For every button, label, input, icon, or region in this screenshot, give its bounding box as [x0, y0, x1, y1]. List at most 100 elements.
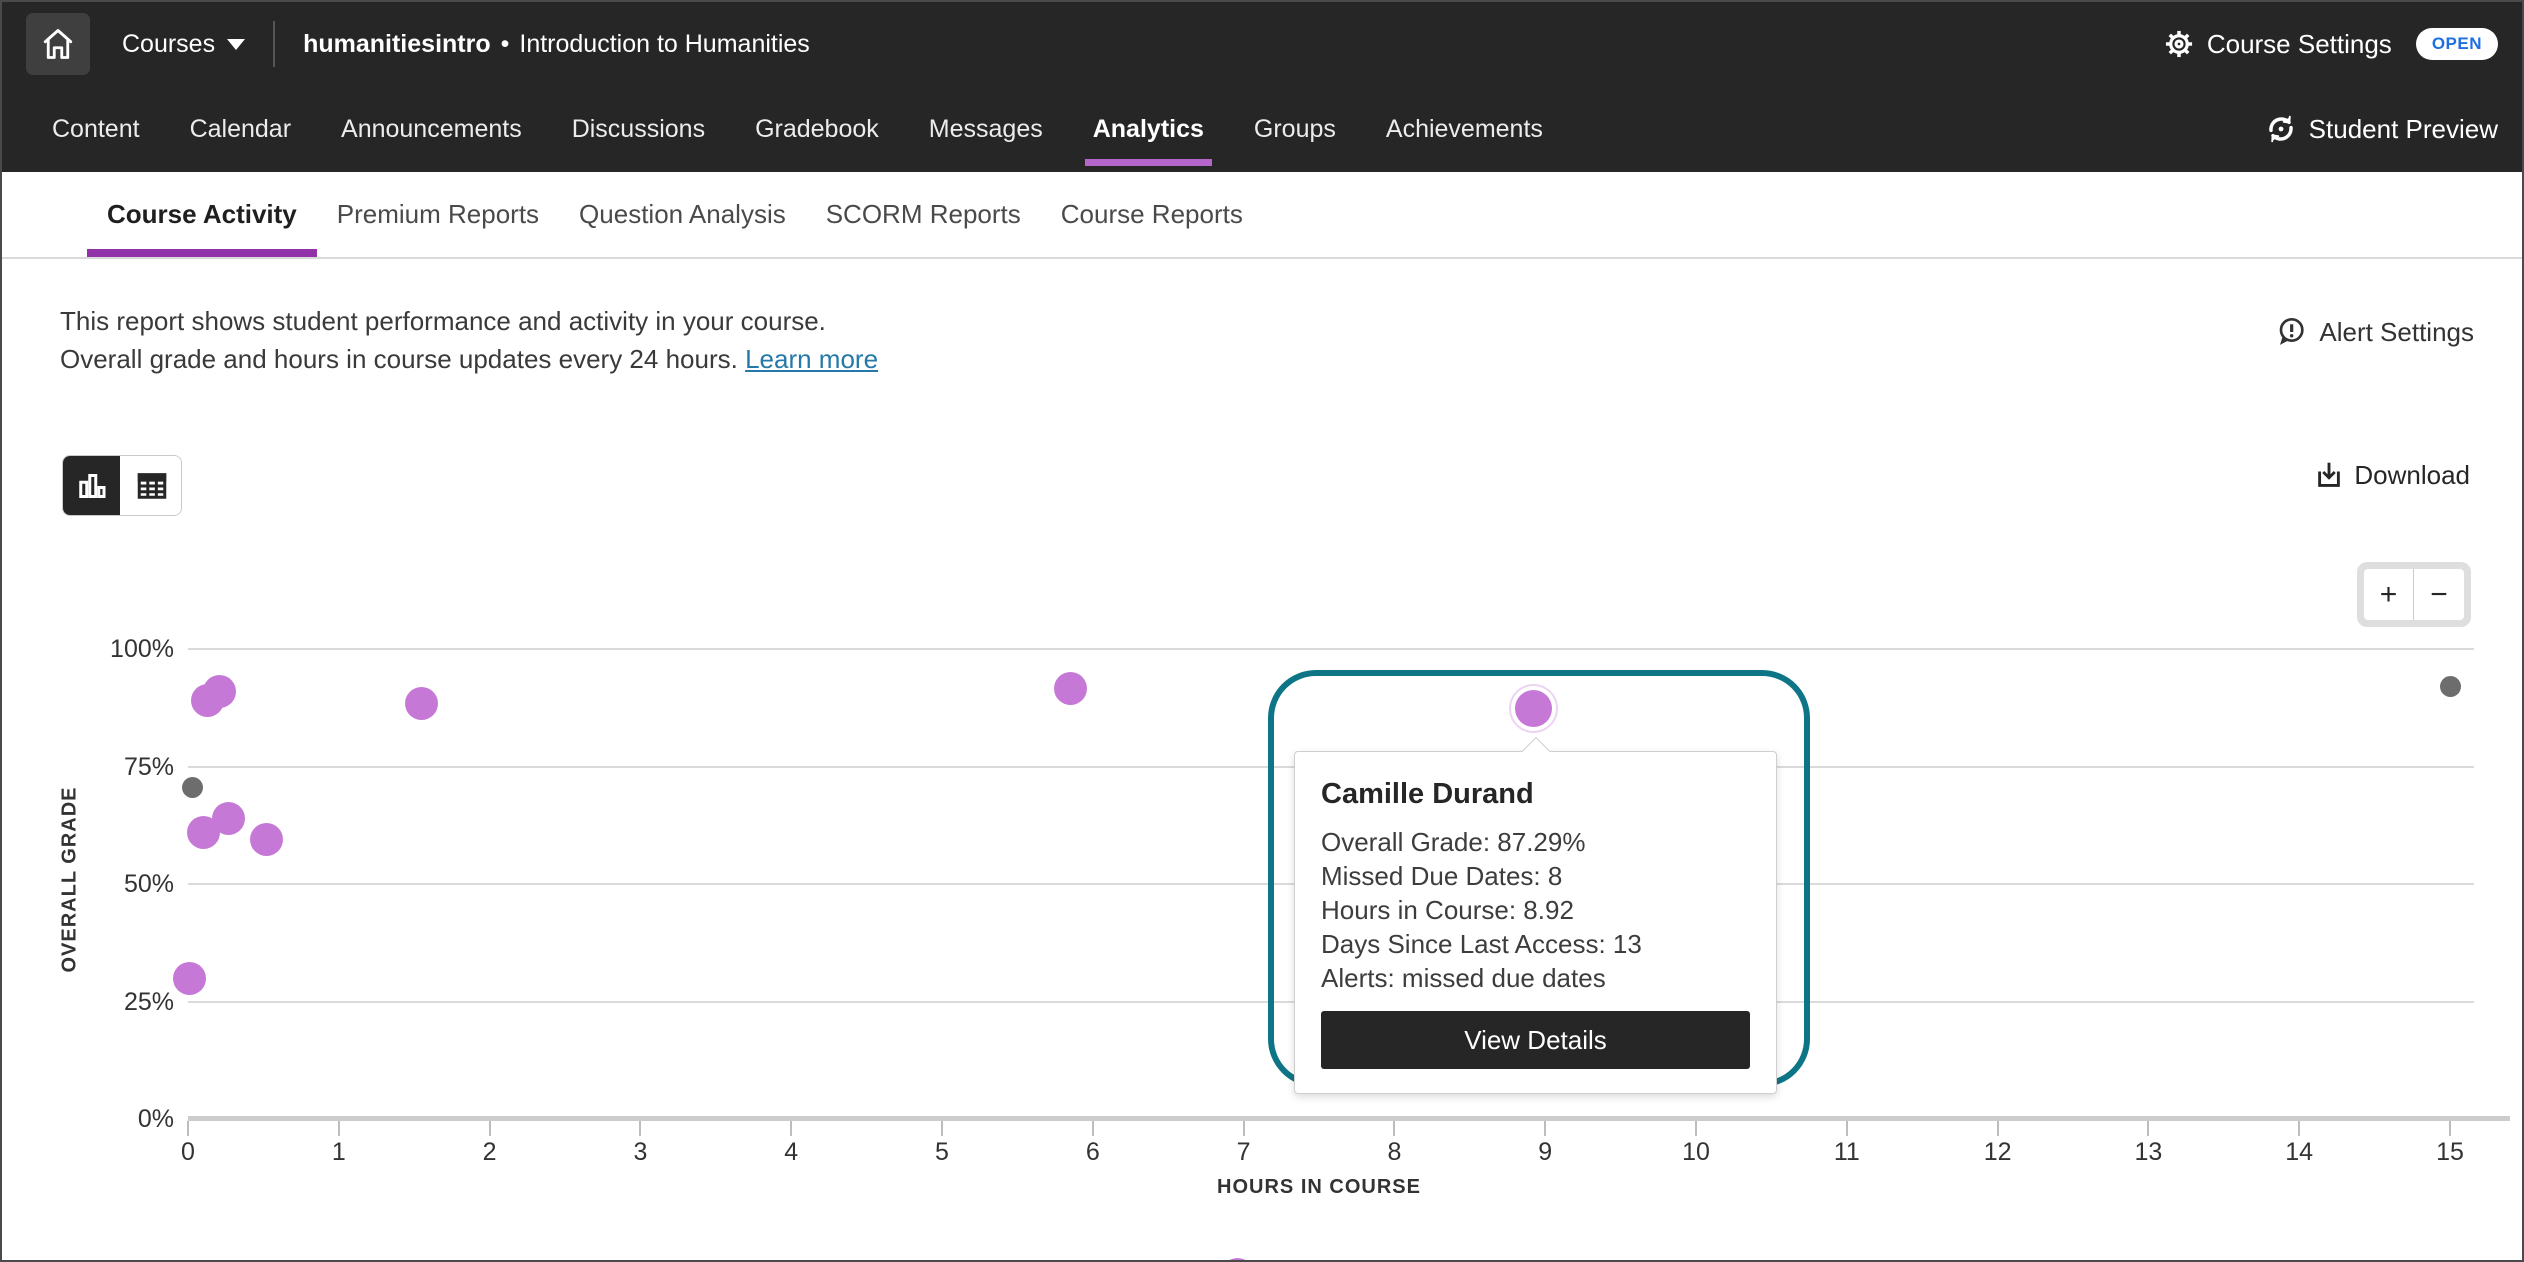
table-icon: [134, 468, 170, 504]
gear-icon: [2163, 28, 2195, 60]
x-tick-mark-2: [489, 1121, 491, 1136]
student-preview-label: Student Preview: [2309, 114, 2498, 145]
topbar-right: Course Settings OPEN: [2163, 28, 2498, 60]
course-status-badge[interactable]: OPEN: [2416, 28, 2498, 60]
data-point-2[interactable]: [405, 687, 438, 720]
tab-gradebook[interactable]: Gradebook: [755, 86, 879, 172]
course-nav-tabs: Content Calendar Announcements Discussions G…: [52, 86, 1543, 172]
alert-bubble-icon: [2275, 316, 2307, 348]
app-window: Courses humanitiesintro • Introduction t…: [0, 0, 2524, 1262]
x-tick-mark-13: [2147, 1121, 2149, 1136]
alert-settings-button[interactable]: Alert Settings: [2275, 316, 2474, 348]
zoom-out-button[interactable]: −: [2414, 569, 2464, 620]
subtab-course-activity[interactable]: Course Activity: [87, 172, 317, 257]
x-tick-label-6: 6: [1063, 1138, 1123, 1167]
tab-announcements[interactable]: Announcements: [341, 86, 522, 172]
course-settings-label: Course Settings: [2207, 29, 2392, 60]
download-icon: [2314, 461, 2344, 491]
x-tick-label-11: 11: [1817, 1138, 1877, 1167]
tooltip-stat-overall-grade: Overall Grade: 87.29%: [1321, 825, 1750, 859]
tab-calendar[interactable]: Calendar: [190, 86, 291, 172]
x-tick-label-0: 0: [158, 1138, 218, 1167]
x-tick-label-15: 15: [2420, 1138, 2480, 1167]
view-toggle-group: [62, 455, 182, 516]
x-tick-mark-3: [639, 1121, 641, 1136]
x-tick-mark-9: [1544, 1121, 1546, 1136]
x-tick-label-5: 5: [912, 1138, 972, 1167]
course-title: Introduction to Humanities: [519, 30, 809, 59]
x-tick-mark-11: [1846, 1121, 1848, 1136]
x-tick-label-1: 1: [309, 1138, 369, 1167]
subtab-scorm-reports[interactable]: SCORM Reports: [806, 172, 1041, 257]
report-description-line1: This report shows student performance an…: [60, 302, 878, 340]
download-button[interactable]: Download: [2314, 460, 2470, 491]
x-tick-mark-7: [1243, 1121, 1245, 1136]
x-tick-label-2: 2: [460, 1138, 520, 1167]
x-tick-mark-14: [2298, 1121, 2300, 1136]
table-view-button[interactable]: [122, 456, 181, 515]
alert-settings-label: Alert Settings: [2319, 317, 2474, 348]
x-tick-mark-10: [1695, 1121, 1697, 1136]
analytics-subnav-tabs: Course ActivityPremium ReportsQuestion A…: [87, 172, 1263, 257]
data-point-7[interactable]: [173, 962, 206, 995]
download-label: Download: [2354, 460, 2470, 491]
data-point-3[interactable]: [182, 777, 203, 798]
x-tick-label-13: 13: [2118, 1138, 2178, 1167]
zoom-in-button[interactable]: +: [2364, 569, 2414, 620]
x-tick-label-4: 4: [761, 1138, 821, 1167]
tab-messages[interactable]: Messages: [929, 86, 1043, 172]
y-tick-label-0: 0%: [62, 1103, 174, 1135]
x-tick-label-10: 10: [1666, 1138, 1726, 1167]
x-tick-label-14: 14: [2269, 1138, 2329, 1167]
home-button[interactable]: [26, 13, 90, 75]
tooltip-stat-missed-due-dates: Missed Due Dates: 8: [1321, 859, 1750, 893]
course-nav: Content Calendar Announcements Discussions G…: [2, 86, 2522, 172]
student-tooltip: Camille Durand Overall Grade: 87.29% Mis…: [1294, 751, 1777, 1094]
chart-view-button[interactable]: [63, 456, 122, 515]
y-axis-title: OVERALL GRADE: [59, 750, 82, 1010]
tab-analytics[interactable]: Analytics: [1093, 86, 1204, 172]
data-point-camille-durand[interactable]: [1515, 690, 1552, 727]
tooltip-stat-days-since-access: Days Since Last Access: 13: [1321, 927, 1750, 961]
y-tick-label-100: 100%: [62, 633, 174, 665]
analytics-subnav: Course ActivityPremium ReportsQuestion A…: [2, 172, 2522, 259]
data-point-11[interactable]: [1221, 1258, 1254, 1262]
tooltip-stats: Overall Grade: 87.29% Missed Due Dates: …: [1321, 825, 1750, 995]
learn-more-link[interactable]: Learn more: [745, 344, 878, 374]
tab-groups[interactable]: Groups: [1254, 86, 1336, 172]
chart-zoom-controls: + −: [2357, 562, 2471, 627]
x-tick-mark-0: [187, 1121, 189, 1136]
course-id: humanitiesintro: [303, 30, 491, 59]
data-point-8[interactable]: [1054, 672, 1087, 705]
tooltip-notch: [1521, 737, 1549, 765]
report-description-line2: Overall grade and hours in course update…: [60, 340, 878, 378]
tooltip-stat-alerts: Alerts: missed due dates: [1321, 961, 1750, 995]
bar-chart-icon: [74, 468, 110, 504]
tab-content[interactable]: Content: [52, 86, 140, 172]
course-settings-button[interactable]: Course Settings: [2163, 28, 2392, 60]
x-tick-mark-8: [1393, 1121, 1395, 1136]
x-tick-mark-15: [2449, 1121, 2451, 1136]
tooltip-student-name: Camille Durand: [1321, 778, 1750, 811]
subtab-course-reports[interactable]: Course Reports: [1041, 172, 1263, 257]
x-tick-mark-1: [338, 1121, 340, 1136]
data-point-5[interactable]: [212, 802, 245, 835]
courses-dropdown-label: Courses: [122, 30, 215, 59]
data-point-6[interactable]: [250, 823, 283, 856]
tab-discussions[interactable]: Discussions: [572, 86, 705, 172]
y-tick-label-50: 50%: [62, 868, 174, 900]
view-details-button[interactable]: View Details: [1321, 1011, 1750, 1069]
subtab-premium-reports[interactable]: Premium Reports: [317, 172, 559, 257]
subtab-question-analysis[interactable]: Question Analysis: [559, 172, 806, 257]
student-preview-button[interactable]: Student Preview: [2265, 113, 2498, 145]
courses-dropdown[interactable]: Courses: [122, 30, 245, 59]
x-tick-label-3: 3: [610, 1138, 670, 1167]
x-tick-mark-5: [941, 1121, 943, 1136]
data-point-1[interactable]: [203, 675, 236, 708]
tab-achievements[interactable]: Achievements: [1386, 86, 1543, 172]
x-tick-mark-4: [790, 1121, 792, 1136]
data-point-10[interactable]: [2440, 676, 2461, 697]
y-tick-label-25: 25%: [62, 986, 174, 1018]
x-tick-mark-12: [1997, 1121, 1999, 1136]
x-axis-line: [188, 1116, 2510, 1121]
